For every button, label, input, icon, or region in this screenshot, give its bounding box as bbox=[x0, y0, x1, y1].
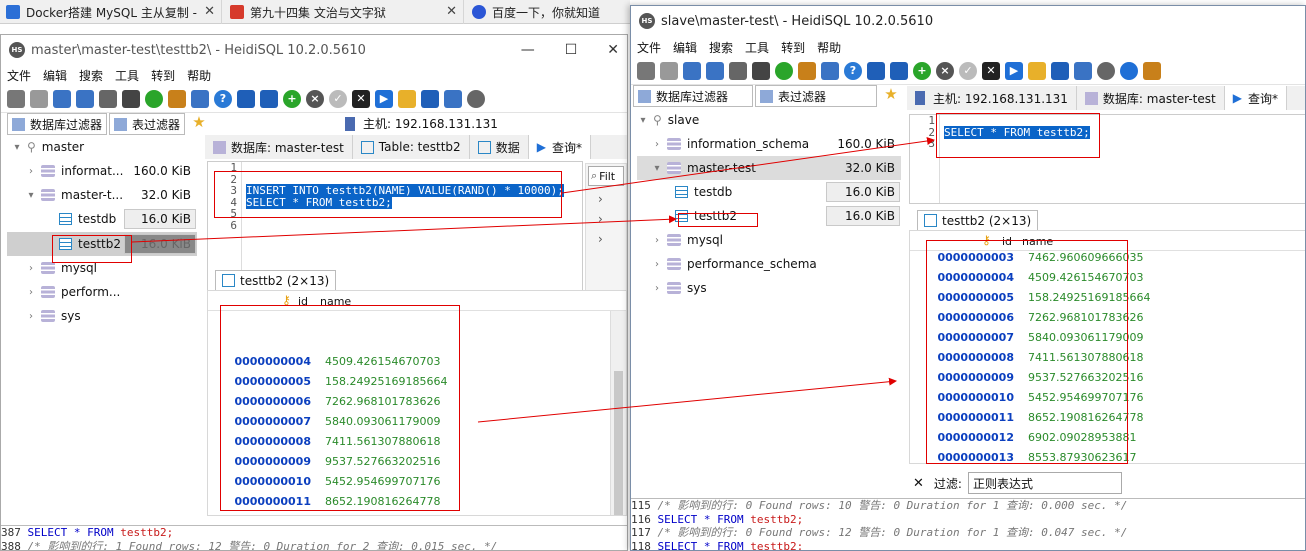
arrow-sql bbox=[561, 137, 935, 194]
arrow-table bbox=[131, 215, 677, 243]
annotation-arrows bbox=[131, 137, 935, 423]
arrow-rows bbox=[477, 377, 897, 423]
